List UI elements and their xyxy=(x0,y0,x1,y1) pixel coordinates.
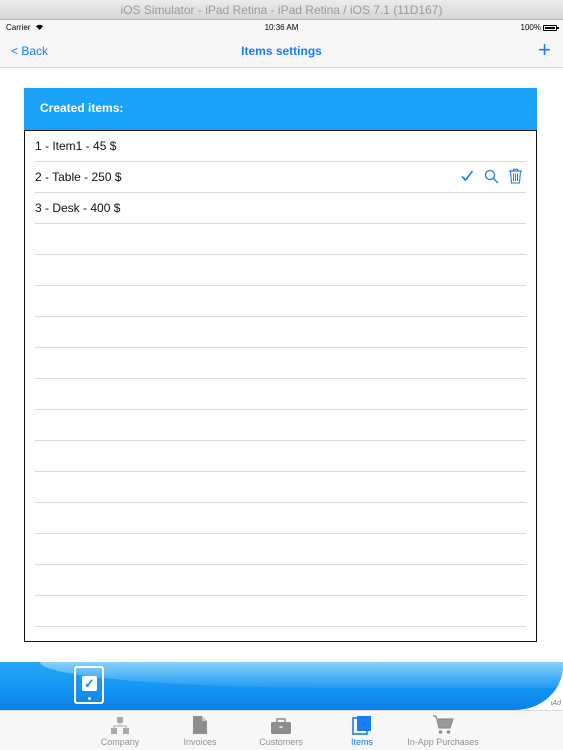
tab-company[interactable]: Company xyxy=(75,713,165,747)
tab-label: Items xyxy=(350,737,373,747)
row-actions xyxy=(458,167,524,185)
home-button-dot xyxy=(88,697,91,700)
back-button[interactable]: < Back xyxy=(11,44,48,58)
tab-invoices[interactable]: Invoices xyxy=(155,713,245,747)
empty-list-row xyxy=(35,565,526,596)
check-badge-icon: ✓ xyxy=(82,676,97,691)
item-label: 3 - Desk - 400 $ xyxy=(35,201,121,215)
empty-list-row xyxy=(35,441,526,472)
status-bar: Carrier 10:36 AM 100% xyxy=(0,20,563,36)
iad-mark: iAd xyxy=(550,700,561,707)
tab-customers[interactable]: Customers xyxy=(236,713,326,747)
checkmark-icon[interactable] xyxy=(458,167,476,185)
empty-list-row xyxy=(35,534,526,565)
tab-label: Customers xyxy=(259,737,303,747)
ad-banner[interactable]: ✓ xyxy=(0,662,563,710)
battery-percent: 100% xyxy=(520,23,541,32)
add-item-button[interactable]: + xyxy=(538,38,551,62)
page-title: Items settings xyxy=(241,44,322,58)
tab-in-app-purchases[interactable]: In-App Purchases xyxy=(398,713,488,747)
items-panel: Created items: 1 - Item1 - 45 $ 2 - Table… xyxy=(24,88,537,642)
item-label: 2 - Table - 250 $ xyxy=(35,170,122,184)
simulator-titlebar: iOS Simulator - iPad Retina - iPad Retin… xyxy=(0,0,563,20)
trash-icon[interactable] xyxy=(506,167,524,185)
tab-label: Company xyxy=(100,737,140,747)
battery-icon xyxy=(543,24,559,31)
empty-list-row xyxy=(35,317,526,348)
panel-header: Created items: xyxy=(24,88,537,130)
banner-gloss xyxy=(40,662,563,688)
items-icon xyxy=(317,713,407,735)
tab-items[interactable]: Items xyxy=(317,713,407,747)
cart-icon xyxy=(398,713,488,735)
battery-indicator: 100% xyxy=(520,23,559,32)
empty-list-row xyxy=(35,224,526,255)
document-icon xyxy=(155,713,245,735)
list-item[interactable]: 2 - Table - 250 $ xyxy=(35,162,526,193)
empty-list-row xyxy=(35,410,526,441)
empty-list-row xyxy=(35,503,526,534)
tablet-check-icon: ✓ xyxy=(74,666,104,704)
briefcase-icon xyxy=(236,713,326,735)
tab-label: Invoices xyxy=(183,737,217,747)
empty-list-row xyxy=(35,596,526,627)
items-list: 1 - Item1 - 45 $ 2 - Table - 250 $ 3 - Des… xyxy=(24,130,537,642)
company-icon xyxy=(75,713,165,735)
list-item[interactable]: 3 - Desk - 400 $ xyxy=(35,193,526,224)
list-item[interactable]: 1 - Item1 - 45 $ xyxy=(35,131,526,162)
empty-list-row xyxy=(35,255,526,286)
item-label: 1 - Item1 - 45 $ xyxy=(35,139,117,153)
empty-list-row xyxy=(35,379,526,410)
empty-list-row xyxy=(35,472,526,503)
search-icon[interactable] xyxy=(482,167,500,185)
tab-label: In-App Purchases xyxy=(407,737,479,747)
status-time: 10:36 AM xyxy=(264,23,299,32)
empty-list-row xyxy=(35,348,526,379)
empty-list-row xyxy=(35,286,526,317)
navigation-bar: < Back Items settings + xyxy=(0,36,563,68)
tab-bar: Company Invoices Customers Items In-App Purc… xyxy=(0,710,563,750)
